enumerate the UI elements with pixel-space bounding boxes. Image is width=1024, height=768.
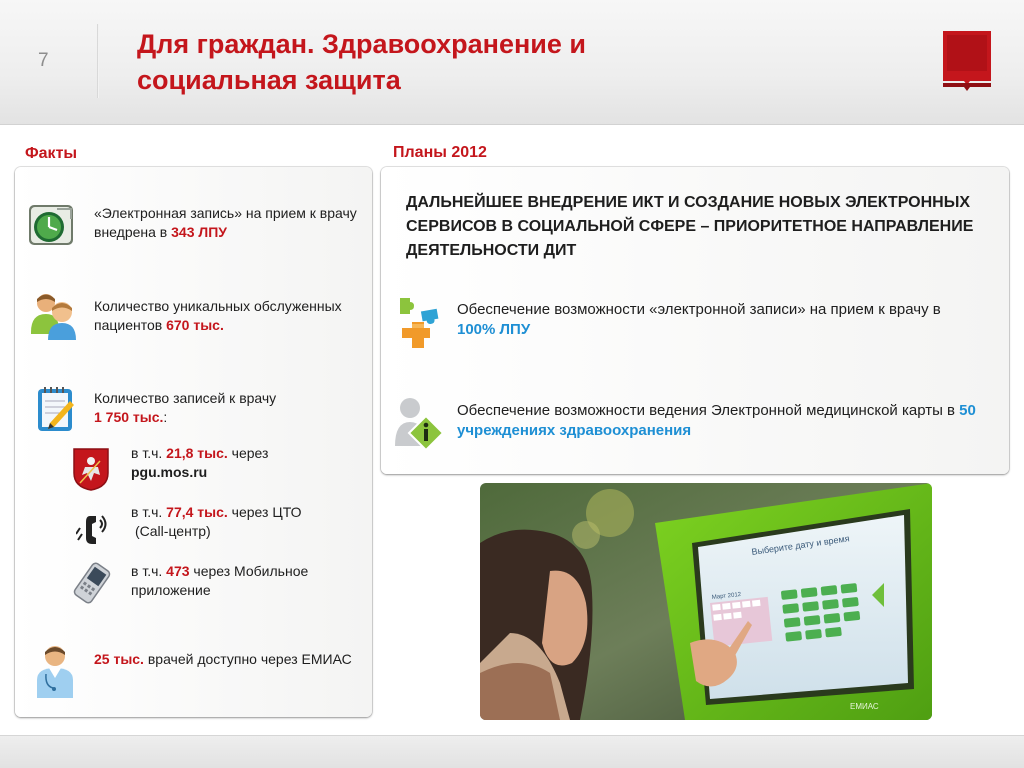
moscow-coat-of-arms-icon xyxy=(73,448,109,491)
fact-electronic-appointment-value: 343 ЛПУ xyxy=(171,224,227,240)
plans-label: Планы 2012 xyxy=(393,144,487,161)
mobile-phone-icon xyxy=(73,562,111,604)
person-info-icon xyxy=(395,398,445,450)
fact-sub-pgu-prefix: в т.ч. xyxy=(131,445,167,461)
plans-heading: ДАЛЬНЕЙШЕЕ ВНЕДРЕНИЕ ИКТ И СОЗДАНИЕ НОВЫ… xyxy=(406,194,974,259)
fact-sub-pgu: в т.ч. 21,8 тыс. через pgu.mos.ru xyxy=(131,444,361,482)
slide-title-line1: Для граждан. Здравоохранение и xyxy=(137,29,586,59)
fact-sub-callcenter-note: (Call-центр) xyxy=(135,523,211,539)
fact-sub-mobile: в т.ч. 473 через Мобильное приложение xyxy=(131,562,361,600)
fact-unique-patients-value: 670 тыс. xyxy=(166,317,224,333)
slide-number: 7 xyxy=(38,50,49,71)
fact-doctors-emias-value: 25 тыс. xyxy=(94,651,144,667)
kiosk-illustration: Выберите дату и время Март 2012 ЕМИАС xyxy=(480,483,932,720)
patients-icon xyxy=(31,294,76,340)
kiosk-photo: Выберите дату и время Март 2012 ЕМИАС xyxy=(480,483,932,720)
notepad-icon xyxy=(38,387,74,431)
fact-appointments-count-text: Количество записей к врачу xyxy=(94,390,277,406)
facts-panel xyxy=(15,167,372,717)
fact-sub-callcenter-value: 77,4 тыс. xyxy=(166,504,228,520)
fact-electronic-appointment: «Электронная запись» на прием к врачу вн… xyxy=(94,204,359,242)
slide-header: 7 Для граждан. Здравоохранение и социаль… xyxy=(0,0,1024,125)
plan-medical-record-text: Обеспечение возможности ведения Электрон… xyxy=(457,402,960,419)
fact-unique-patients: Количество уникальных обслуженных пациен… xyxy=(94,297,359,335)
fact-appointments-count-value: 1 750 тыс. xyxy=(94,409,164,425)
fact-doctors-emias: 25 тыс. врачей доступно через ЕМИАС xyxy=(94,650,359,669)
phone-call-icon xyxy=(76,515,107,544)
fact-sub-callcenter-suffix: через ЦТО xyxy=(227,504,302,520)
fact-sub-mobile-prefix: в т.ч. xyxy=(131,563,167,579)
doctor-icon xyxy=(37,646,73,698)
puzzle-pieces-icon xyxy=(400,298,439,348)
pgu-link: pgu.mos.ru xyxy=(131,464,208,480)
fact-doctors-emias-text: врачей доступно через ЕМИАС xyxy=(143,651,352,667)
plan-electronic-appointment-text: Обеспечение возможности «электронной зап… xyxy=(457,301,941,318)
facts-label: Факты xyxy=(25,145,78,162)
plan-electronic-appointment-value: 100% ЛПУ xyxy=(457,321,531,338)
fact-appointments-count: Количество записей к врачу 1 750 тыс.: xyxy=(94,389,359,427)
slide-title: Для граждан. Здравоохранение и социальна… xyxy=(137,26,837,98)
footer-bar xyxy=(0,735,1024,768)
plan-electronic-appointment: Обеспечение возможности «электронной зап… xyxy=(457,300,977,340)
kiosk-brand: ЕМИАС xyxy=(850,702,879,711)
fact-sub-pgu-suffix: через xyxy=(227,445,269,461)
fact-sub-mobile-value: 473 xyxy=(166,563,190,579)
fact-sub-callcenter: в т.ч. 77,4 тыс. через ЦТО (Call-центр) xyxy=(131,503,361,541)
dit-logo xyxy=(943,31,991,91)
slide-title-line2: социальная защита xyxy=(137,65,401,95)
fact-appointments-count-colon: : xyxy=(163,409,168,425)
header-divider xyxy=(97,24,99,98)
plan-medical-record: Обеспечение возможности ведения Электрон… xyxy=(457,401,977,441)
clock-icon xyxy=(29,205,73,245)
fact-sub-pgu-value: 21,8 тыс. xyxy=(166,445,228,461)
fact-sub-callcenter-prefix: в т.ч. xyxy=(131,504,167,520)
